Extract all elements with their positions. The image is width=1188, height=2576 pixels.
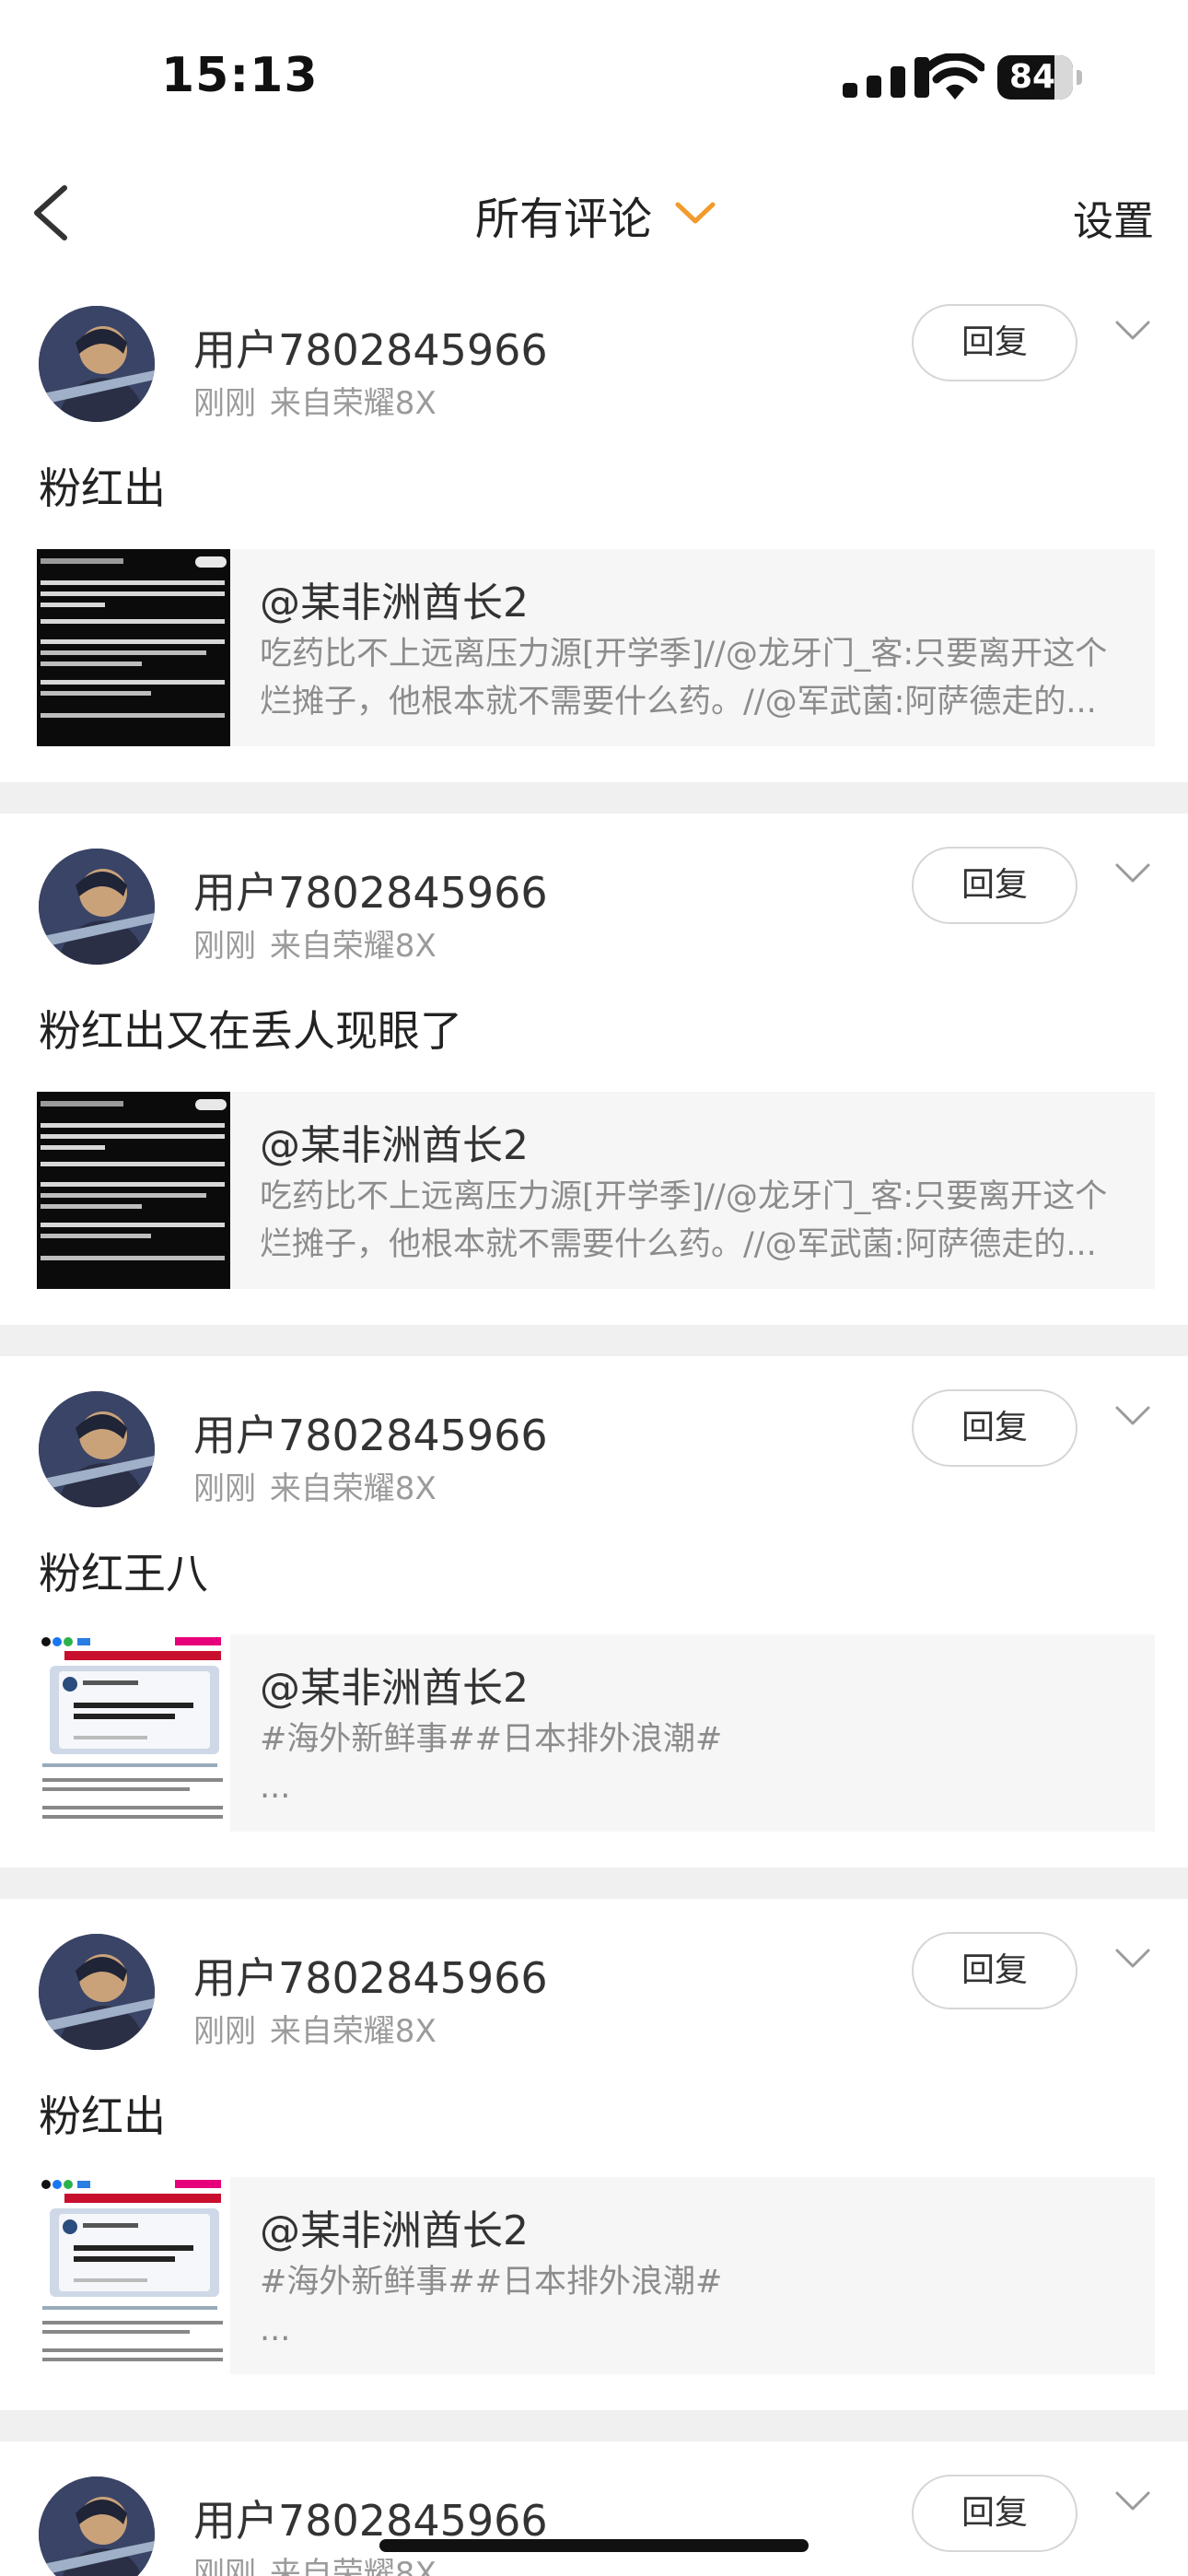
chevron-down-icon[interactable]: [1114, 1947, 1151, 1971]
comment-meta: 刚刚 来自荣耀8X: [193, 2548, 437, 2576]
comment-item: 用户7802845966 刚刚 来自荣耀8X 回复 粉红出又在丢人现眼了 @某非…: [0, 814, 1188, 1325]
comment-time: 刚刚: [193, 2013, 256, 2050]
quoted-text-line: 吃药比不上远离压力源[开学季]//@龙牙门_客:只要离开这个: [260, 636, 1108, 673]
status-bar: 15:13 84: [0, 0, 1188, 157]
nav-bar: 所有评论 设置: [0, 157, 1188, 273]
divider: [0, 2410, 1188, 2441]
comment-time: 刚刚: [193, 385, 256, 422]
comment-text: 粉红王八: [39, 1549, 208, 1598]
divider: [0, 1325, 1188, 1356]
page-title[interactable]: 所有评论: [475, 182, 652, 247]
comment-source: 来自荣耀8X: [269, 2556, 437, 2576]
avatar[interactable]: [39, 1934, 155, 2050]
comment-item: 用户7802845966 刚刚 来自荣耀8X 回复: [0, 2441, 1188, 2576]
comment-source: 来自荣耀8X: [269, 928, 437, 965]
quoted-post[interactable]: @某非洲酋长2 吃药比不上远离压力源[开学季]//@龙牙门_客:只要离开这个 烂…: [37, 549, 1155, 746]
comment-item: 用户7802845966 刚刚 来自荣耀8X 回复 粉红出: [0, 1899, 1188, 2410]
quoted-text-line: 烂摊子，他根本就不需要什么药。//@军武菌:阿萨德走的...: [260, 684, 1097, 720]
back-arrow-icon[interactable]: [26, 181, 81, 245]
quoted-post[interactable]: @某非洲酋长2 #海外新鲜事##日本排外浪潮# ...: [37, 1634, 1155, 1832]
reply-button[interactable]: 回复: [912, 1932, 1077, 2009]
quoted-text: #海外新鲜事##日本排外浪潮# ...: [260, 2258, 1135, 2354]
quoted-author[interactable]: @某非洲酋长2: [260, 2197, 529, 2256]
quoted-text: 吃药比不上远离压力源[开学季]//@龙牙门_客:只要离开这个 烂摊子，他根本就不…: [260, 630, 1135, 726]
news-screenshot-thumbnail: [37, 1634, 230, 1832]
comment-text: 粉红出: [39, 463, 166, 513]
quoted-text-line: ...: [260, 2312, 291, 2348]
quoted-text-line: 烂摊子，他根本就不需要什么药。//@军武菌:阿萨德走的...: [260, 1226, 1097, 1263]
reply-button[interactable]: 回复: [912, 847, 1077, 924]
reply-button[interactable]: 回复: [912, 304, 1077, 381]
comment-time: 刚刚: [193, 928, 256, 965]
comment-time: 刚刚: [193, 2556, 256, 2576]
chevron-down-icon[interactable]: [1114, 861, 1151, 885]
quoted-text-line: #海外新鲜事##日本排外浪潮#: [260, 2264, 723, 2301]
quoted-author[interactable]: @某非洲酋长2: [260, 1112, 529, 1171]
wifi-icon: [926, 53, 984, 100]
cellular-signal-icon: [843, 57, 929, 98]
quoted-text: 吃药比不上远离压力源[开学季]//@龙牙门_客:只要离开这个 烂摊子，他根本就不…: [260, 1173, 1135, 1269]
comment-source: 来自荣耀8X: [269, 385, 437, 422]
avatar[interactable]: [39, 849, 155, 965]
status-time: 15:13: [161, 48, 319, 103]
comment-meta: 刚刚 来自荣耀8X: [193, 920, 437, 966]
comment-source: 来自荣耀8X: [269, 1470, 437, 1507]
username[interactable]: 用户7802845966: [193, 860, 548, 920]
comment-meta: 刚刚 来自荣耀8X: [193, 2006, 437, 2051]
settings-button[interactable]: 设置: [1073, 188, 1154, 247]
home-indicator[interactable]: [379, 2539, 809, 2552]
chevron-down-icon[interactable]: [1114, 2489, 1151, 2513]
quoted-text-line: 吃药比不上远离压力源[开学季]//@龙牙门_客:只要离开这个: [260, 1178, 1108, 1215]
username[interactable]: 用户7802845966: [193, 1402, 548, 1463]
comment-time: 刚刚: [193, 1470, 256, 1507]
battery-icon: 84: [997, 55, 1082, 100]
quoted-text: #海外新鲜事##日本排外浪潮# ...: [260, 1715, 1135, 1811]
quoted-post[interactable]: @某非洲酋长2 #海外新鲜事##日本排外浪潮# ...: [37, 2177, 1155, 2374]
chevron-down-icon[interactable]: [674, 197, 716, 228]
avatar[interactable]: [39, 306, 155, 422]
reply-button[interactable]: 回复: [912, 1389, 1077, 1467]
comment-item: 用户7802845966 刚刚 来自荣耀8X 回复 粉红出: [0, 271, 1188, 782]
chevron-down-icon[interactable]: [1114, 1404, 1151, 1428]
quoted-text-line: ...: [260, 1769, 291, 1806]
avatar[interactable]: [39, 1391, 155, 1507]
divider: [0, 1868, 1188, 1899]
username[interactable]: 用户7802845966: [193, 1945, 548, 2006]
quoted-text-line: #海外新鲜事##日本排外浪潮#: [260, 1721, 723, 1758]
quoted-author[interactable]: @某非洲酋长2: [260, 1655, 529, 1714]
comment-item: 用户7802845966 刚刚 来自荣耀8X 回复 粉红王八 @某非洲酋长2 #…: [0, 1356, 1188, 1868]
tweet-screenshot-thumbnail: [37, 549, 230, 746]
comment-text: 粉红出: [39, 2091, 166, 2141]
comment-meta: 刚刚 来自荣耀8X: [193, 378, 437, 423]
chevron-down-icon[interactable]: [1114, 319, 1151, 343]
comment-source: 来自荣耀8X: [269, 2013, 437, 2050]
quoted-post[interactable]: @某非洲酋长2 吃药比不上远离压力源[开学季]//@龙牙门_客:只要离开这个 烂…: [37, 1092, 1155, 1289]
username[interactable]: 用户7802845966: [193, 317, 548, 378]
comment-meta: 刚刚 来自荣耀8X: [193, 1463, 437, 1508]
avatar[interactable]: [39, 2476, 155, 2576]
quoted-author[interactable]: @某非洲酋长2: [260, 569, 529, 628]
news-screenshot-thumbnail: [37, 2177, 230, 2374]
divider: [0, 782, 1188, 814]
reply-button[interactable]: 回复: [912, 2475, 1077, 2552]
tweet-screenshot-thumbnail: [37, 1092, 230, 1289]
comment-text: 粉红出又在丢人现眼了: [39, 1006, 462, 1056]
battery-level: 84: [1008, 58, 1056, 96]
